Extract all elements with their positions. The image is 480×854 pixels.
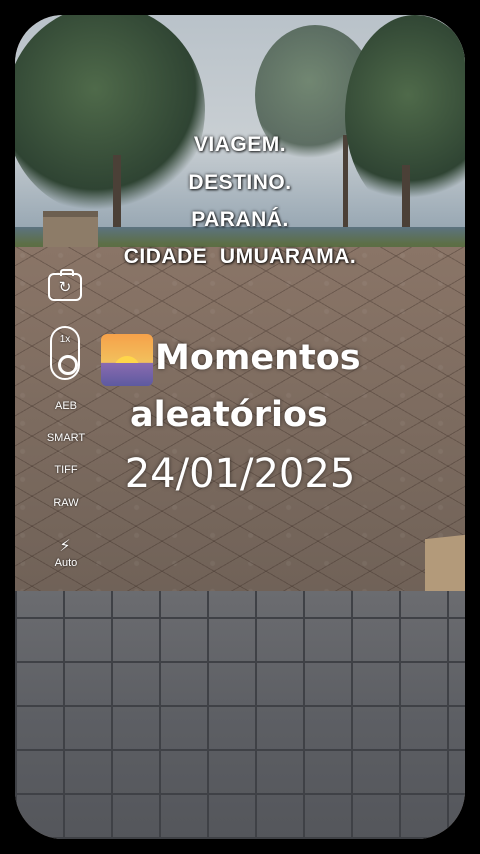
caption-line-1: VIAGEM. (193, 133, 287, 156)
caption-line-2: DESTINO. (188, 171, 292, 194)
flash-icon[interactable]: ⚡ (58, 536, 72, 556)
flash-mode-label[interactable]: Auto (36, 557, 96, 569)
date-text: 24/01/2025 (124, 451, 356, 497)
mode-smart[interactable]: SMART (36, 432, 96, 444)
title-line-2: aleatórios (130, 395, 328, 435)
caption-line-3: PARANÁ. (191, 208, 289, 231)
cobblestone-pavement (15, 591, 465, 839)
zoom-toggle[interactable]: 1x (50, 326, 80, 380)
camera-switch-icon[interactable]: ↻ (48, 269, 82, 301)
mode-aeb[interactable]: AEB (36, 400, 96, 412)
caption-line-4: CIDADE UMUARAMA. (123, 245, 357, 268)
zoom-label: 1x (59, 334, 71, 345)
cardboard-piece (425, 534, 465, 600)
sunrise-emoji-icon (101, 334, 153, 386)
zoom-knob (58, 355, 78, 375)
title-line-1: Momentos (155, 338, 361, 378)
mode-raw[interactable]: RAW (36, 497, 96, 509)
